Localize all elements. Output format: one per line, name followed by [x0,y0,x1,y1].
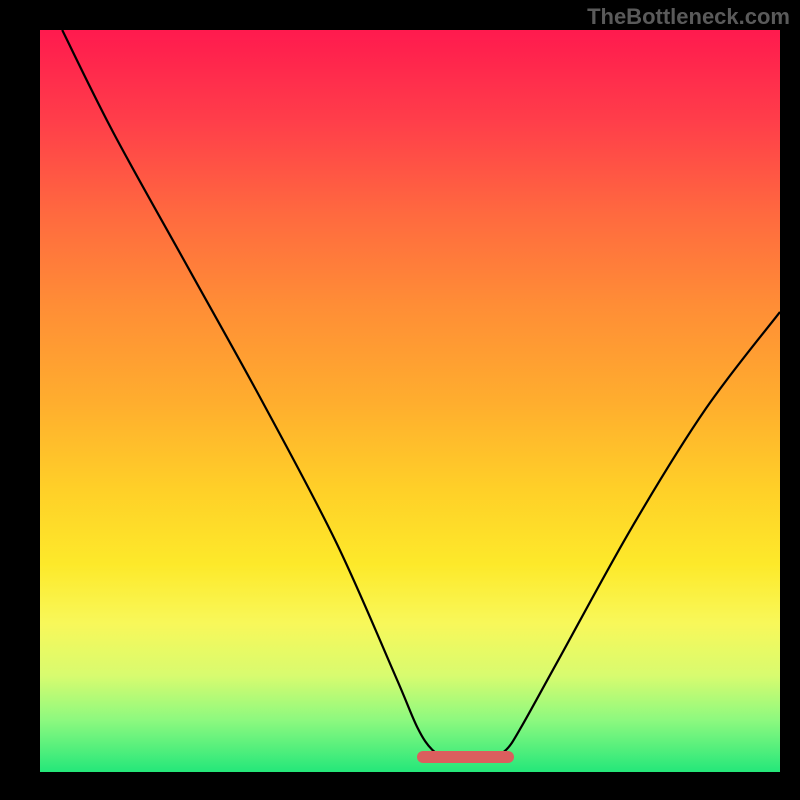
accent-segment [417,751,513,763]
curve-svg [40,30,780,772]
main-curve [62,30,780,758]
plot-area [40,30,780,772]
watermark-text: TheBottleneck.com [587,4,790,30]
plot-frame [0,30,800,800]
